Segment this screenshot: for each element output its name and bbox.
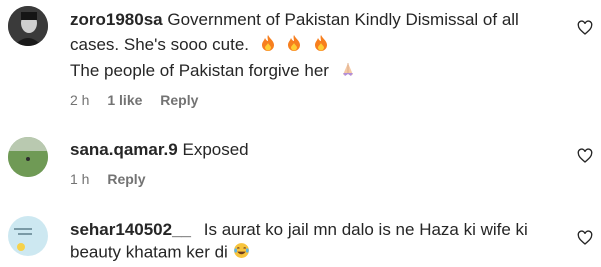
username[interactable]: sehar140502__ bbox=[70, 220, 191, 239]
comment-meta: 1 h Reply bbox=[70, 169, 560, 189]
fire-emoji bbox=[286, 34, 302, 57]
comment-item: sehar140502__ Is aurat ko jail mn dalo i… bbox=[0, 210, 601, 267]
profile-photo-icon bbox=[8, 6, 48, 46]
comment-text: Is aurat ko jail mn dalo is ne Haza ki w… bbox=[203, 220, 528, 239]
comment-text: beauty khatam ker di bbox=[70, 242, 228, 262]
avatar[interactable] bbox=[8, 6, 48, 46]
praying-hands-emoji bbox=[340, 61, 356, 82]
comment-text: Government of Pakistan Kindly Dismissal … bbox=[167, 10, 519, 29]
timestamp[interactable]: 2 h bbox=[70, 90, 89, 110]
like-count[interactable]: 1 like bbox=[107, 90, 142, 110]
heart-icon[interactable] bbox=[577, 148, 593, 164]
avatar[interactable] bbox=[8, 216, 48, 256]
fire-emoji bbox=[313, 34, 329, 57]
comment-meta: 2 h 1 like Reply bbox=[70, 90, 560, 110]
heart-icon[interactable] bbox=[577, 20, 593, 36]
fire-emoji bbox=[260, 34, 276, 57]
profile-photo-icon bbox=[8, 137, 48, 177]
timestamp[interactable]: 1 h bbox=[70, 169, 89, 189]
avatar[interactable] bbox=[8, 137, 48, 177]
comment-text: The people of Pakistan forgive her bbox=[70, 61, 329, 80]
heart-icon[interactable] bbox=[577, 230, 593, 246]
profile-photo-icon bbox=[8, 216, 48, 256]
comment-item: zoro1980sa Government of Pakistan Kindly… bbox=[0, 0, 601, 120]
comment-text: Exposed bbox=[182, 140, 249, 159]
reply-button[interactable]: Reply bbox=[160, 90, 198, 110]
username[interactable]: sana.qamar.9 bbox=[70, 140, 178, 159]
reply-button[interactable]: Reply bbox=[107, 169, 145, 189]
username[interactable]: zoro1980sa bbox=[70, 10, 163, 29]
comment-item: sana.qamar.9 Exposed 1 h Reply bbox=[0, 130, 601, 200]
comment-text: cases. She's sooo cute. bbox=[70, 34, 250, 54]
laughing-tears-emoji bbox=[233, 242, 250, 264]
